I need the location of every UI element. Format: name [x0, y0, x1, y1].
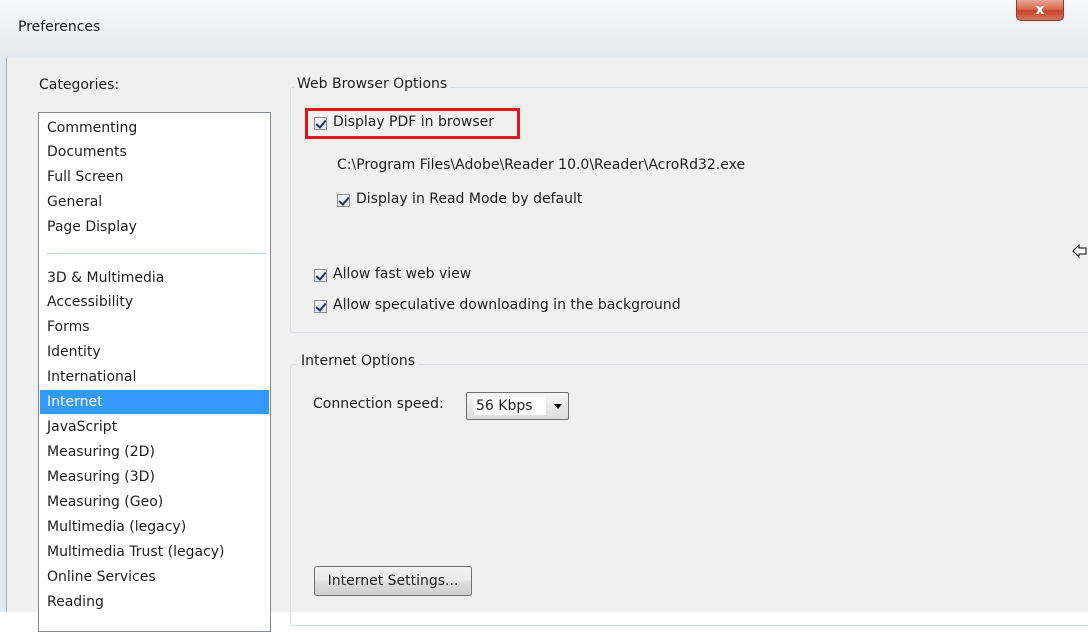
- reader-path-text: C:\Program Files\Adobe\Reader 10.0\Reade…: [337, 157, 746, 173]
- category-separator: [47, 253, 267, 254]
- category-full-screen[interactable]: Full Screen: [40, 165, 269, 189]
- read-mode-checkbox[interactable]: [337, 194, 350, 207]
- connection-speed-value: 56 Kbps: [474, 397, 546, 415]
- category-measuring-2d[interactable]: Measuring (2D): [40, 440, 269, 464]
- category-reading[interactable]: Reading: [40, 590, 269, 614]
- close-button[interactable]: x: [1016, 0, 1064, 21]
- window-title: Preferences: [18, 19, 101, 35]
- fast-web-view-label[interactable]: Allow fast web view: [333, 266, 471, 282]
- internet-settings-button[interactable]: Internet Settings...: [314, 566, 472, 596]
- category-multimedia-trust-legacy[interactable]: Multimedia Trust (legacy): [40, 540, 269, 564]
- category-identity[interactable]: Identity: [40, 340, 269, 364]
- category-general[interactable]: General: [40, 190, 269, 214]
- category-javascript[interactable]: JavaScript: [40, 415, 269, 439]
- display-pdf-label[interactable]: Display PDF in browser: [333, 114, 494, 130]
- speculative-download-checkbox[interactable]: [314, 300, 327, 313]
- close-icon: x: [1035, 2, 1045, 18]
- category-commenting[interactable]: Commenting: [40, 116, 269, 140]
- category-online-services[interactable]: Online Services: [40, 565, 269, 589]
- chevron-down-icon: [554, 404, 562, 409]
- web-browser-options-title: Web Browser Options: [294, 76, 451, 92]
- category-accessibility[interactable]: Accessibility: [40, 290, 269, 314]
- read-mode-label[interactable]: Display in Read Mode by default: [356, 191, 582, 207]
- display-pdf-checkbox[interactable]: [314, 117, 327, 130]
- categories-label: Categories:: [39, 77, 120, 93]
- category-measuring-geo[interactable]: Measuring (Geo): [40, 490, 269, 514]
- category-multimedia-legacy[interactable]: Multimedia (legacy): [40, 515, 269, 539]
- category-measuring-3d[interactable]: Measuring (3D): [40, 465, 269, 489]
- connection-speed-select[interactable]: 56 Kbps: [466, 392, 569, 420]
- category-forms[interactable]: Forms: [40, 315, 269, 339]
- category-internet[interactable]: Internet: [40, 390, 269, 414]
- title-bar[interactable]: Preferences x: [0, 0, 1088, 58]
- category-3d-multimedia[interactable]: 3D & Multimedia: [40, 266, 269, 290]
- category-documents[interactable]: Documents: [40, 140, 269, 164]
- category-international[interactable]: International: [40, 365, 269, 389]
- category-page-display[interactable]: Page Display: [40, 215, 269, 239]
- fast-web-view-checkbox[interactable]: [314, 269, 327, 282]
- mouse-cursor-icon: [1072, 243, 1087, 259]
- preferences-window: Preferences x Categories: Commenting Doc…: [0, 0, 1088, 632]
- speculative-download-label[interactable]: Allow speculative downloading in the bac…: [333, 297, 681, 313]
- connection-speed-label: Connection speed:: [313, 396, 444, 412]
- internet-options-title: Internet Options: [298, 353, 419, 369]
- categories-list[interactable]: Commenting Documents Full Screen General…: [38, 112, 271, 632]
